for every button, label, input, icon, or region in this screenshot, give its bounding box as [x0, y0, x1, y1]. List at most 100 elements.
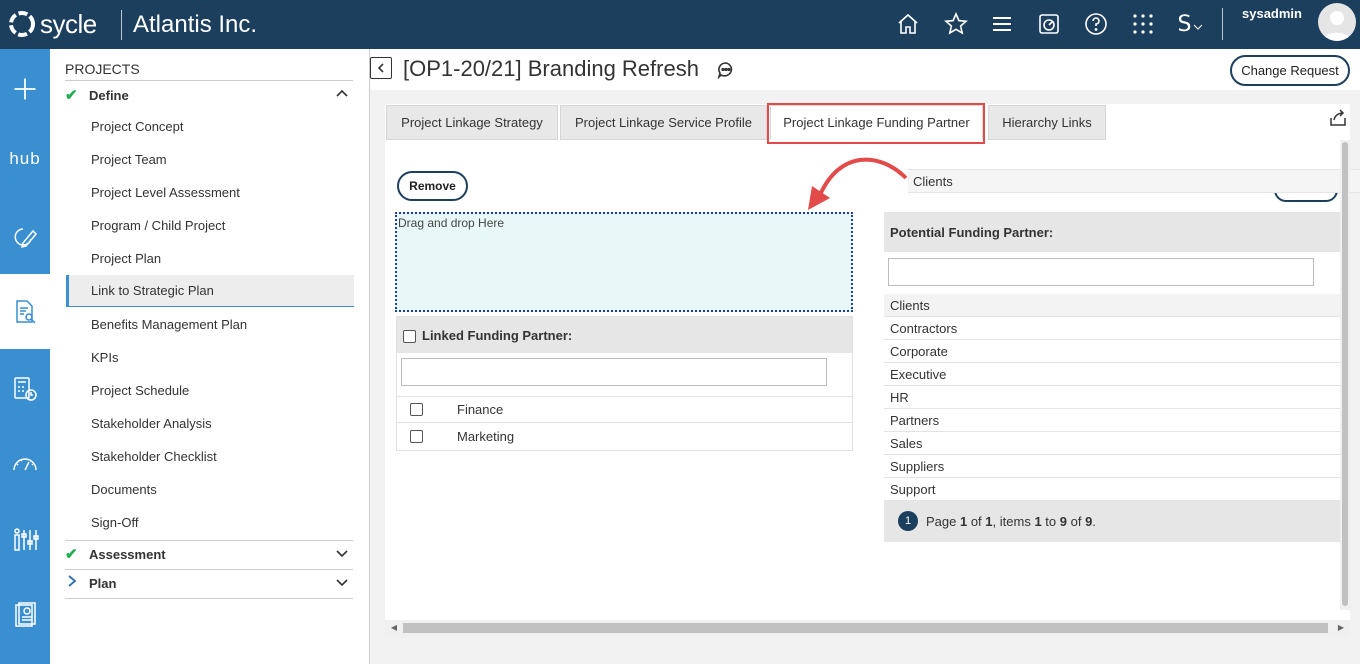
table-row[interactable]: Partners	[884, 409, 1340, 432]
row-checkbox[interactable]	[410, 403, 423, 416]
sliders-people-icon[interactable]	[0, 502, 50, 577]
check-icon: ✔	[65, 87, 78, 104]
sidebar-item-documents[interactable]: Documents	[66, 474, 354, 504]
sidebar-item-project-plan[interactable]: Project Plan	[66, 243, 354, 273]
avatar[interactable]	[1318, 3, 1356, 41]
section-label: Plan	[89, 575, 117, 591]
tab-project-linkage-service-profile[interactable]: Project Linkage Service Profile	[560, 105, 767, 140]
sidebar-item-project-team[interactable]: Project Team	[66, 144, 354, 174]
add-icon[interactable]	[0, 51, 50, 126]
linked-filter-input[interactable]	[401, 358, 827, 386]
check-icon: ✔	[65, 546, 78, 563]
table-row[interactable]: Marketing	[397, 423, 852, 451]
sidebar-item-project-schedule[interactable]: Project Schedule	[66, 375, 354, 405]
calculator-clock-icon[interactable]	[0, 351, 50, 426]
row-checkbox[interactable]	[410, 430, 423, 443]
menu-icon[interactable]	[988, 10, 1016, 38]
scroll-thumb[interactable]	[403, 623, 1328, 633]
chevron-right-icon	[65, 574, 89, 592]
tab-highlight-box	[767, 103, 985, 144]
sidebar-item-program-child-project[interactable]: Program / Child Project	[66, 210, 354, 240]
page-title: [OP1-20/21] Branding Refresh	[403, 56, 699, 81]
scroll-left-icon[interactable]: ◀	[389, 623, 399, 633]
table-row[interactable]: Contractors	[884, 317, 1340, 340]
table-row[interactable]: Executive	[884, 363, 1340, 386]
sidebar-item-sign-off[interactable]: Sign-Off	[66, 507, 354, 537]
table-row[interactable]: Finance	[397, 396, 852, 423]
pager-info: Page 1 of 1, items 1 to 9 of 9.	[926, 513, 1096, 529]
chevron-down-icon[interactable]	[335, 575, 349, 589]
hub-link[interactable]: hub	[0, 121, 50, 196]
back-button[interactable]	[370, 57, 392, 79]
logo[interactable]: sycle	[6, 8, 97, 40]
report-icon[interactable]	[0, 577, 50, 652]
divider	[65, 80, 353, 81]
grid-header: Potential Funding Partner:	[884, 212, 1340, 252]
chevron-up-icon[interactable]	[335, 87, 349, 101]
drop-zone-text: Drag and drop Here	[398, 216, 505, 230]
page-number-button[interactable]: 1	[898, 511, 918, 531]
scroll-thumb[interactable]	[1342, 142, 1348, 606]
tab-project-linkage-strategy[interactable]: Project Linkage Strategy	[386, 105, 558, 140]
potential-filter-input[interactable]	[888, 258, 1314, 286]
help-icon[interactable]	[1082, 10, 1110, 38]
star-icon[interactable]	[942, 10, 970, 38]
chevron-left-icon	[377, 63, 384, 73]
sidebar-item-kpis[interactable]: KPIs	[66, 342, 354, 372]
grid-header: Linked Funding Partner:	[397, 317, 852, 353]
document-search-icon[interactable]	[0, 274, 50, 349]
section-plan[interactable]: Plan	[65, 570, 353, 596]
sidebar-item-link-to-strategic-plan[interactable]: Link to Strategic Plan	[66, 275, 354, 307]
hub-label: hub	[9, 148, 41, 168]
comment-icon[interactable]	[717, 61, 735, 79]
drop-zone[interactable]: Drag and drop Here	[395, 212, 853, 312]
tab-hierarchy-links[interactable]: Hierarchy Links	[988, 105, 1106, 140]
section-define[interactable]: ✔ Define	[65, 82, 353, 108]
company-name: Atlantis Inc.	[133, 11, 258, 38]
sidebar-item-benefits-management-plan[interactable]: Benefits Management Plan	[66, 309, 354, 339]
sidebar-item-stakeholder-checklist[interactable]: Stakeholder Checklist	[66, 441, 354, 471]
table-row[interactable]: Sales	[884, 432, 1340, 455]
header-divider-2	[1222, 8, 1223, 40]
row-label: Marketing	[457, 429, 515, 444]
horizontal-scrollbar[interactable]: ◀ ▶	[385, 620, 1350, 636]
left-rail: hub	[0, 49, 50, 664]
gauge-icon[interactable]	[0, 426, 50, 501]
username[interactable]: sysadmin	[1242, 6, 1302, 21]
top-bar: sycle Atlantis Inc. S sysadmin	[0, 0, 1360, 49]
apps-grid-icon[interactable]	[1129, 10, 1157, 38]
dashboard-icon[interactable]	[1035, 10, 1063, 38]
logo-ring-icon	[9, 11, 35, 37]
select-all-checkbox[interactable]	[403, 329, 416, 343]
remove-button[interactable]: Remove	[397, 171, 468, 201]
section-label: Define	[89, 87, 129, 103]
s-dropdown-icon[interactable]: S	[1175, 10, 1207, 38]
chevron-down-icon[interactable]	[335, 546, 349, 560]
annotation-arrow-icon	[808, 157, 908, 210]
grid-title: Linked Funding Partner:	[422, 327, 573, 343]
header-divider	[121, 10, 122, 40]
section-assessment[interactable]: ✔ Assessment	[65, 541, 353, 567]
vertical-scrollbar[interactable]	[1340, 140, 1350, 610]
potential-funding-partner-grid: Potential Funding Partner: Clients Contr…	[884, 212, 1340, 542]
section-label: Assessment	[89, 546, 166, 562]
logo-text: sycle	[40, 8, 97, 39]
table-row[interactable]: Corporate	[884, 340, 1340, 363]
project-sidebar: PROJECTS ✔ Define Project Concept Projec…	[50, 49, 370, 664]
share-icon[interactable]	[1328, 108, 1348, 128]
s-dropdown-label: S	[1177, 11, 1192, 37]
sidebar-item-stakeholder-analysis[interactable]: Stakeholder Analysis	[66, 408, 354, 438]
table-row[interactable]: Suppliers	[884, 455, 1340, 478]
sidebar-title: PROJECTS	[65, 61, 140, 77]
sidebar-item-project-level-assessment[interactable]: Project Level Assessment	[66, 177, 354, 207]
scroll-right-icon[interactable]: ▶	[1336, 623, 1346, 633]
drag-ghost-item[interactable]: Clients	[908, 169, 1360, 193]
row-label: Finance	[457, 402, 504, 417]
table-row[interactable]: Clients	[884, 294, 1340, 317]
edit-refresh-icon[interactable]	[0, 199, 50, 274]
sidebar-item-project-concept[interactable]: Project Concept	[66, 111, 354, 141]
change-request-button[interactable]: Change Request	[1230, 55, 1350, 86]
table-row[interactable]: Support	[884, 478, 1340, 501]
table-row[interactable]: HR	[884, 386, 1340, 409]
home-icon[interactable]	[894, 10, 922, 38]
